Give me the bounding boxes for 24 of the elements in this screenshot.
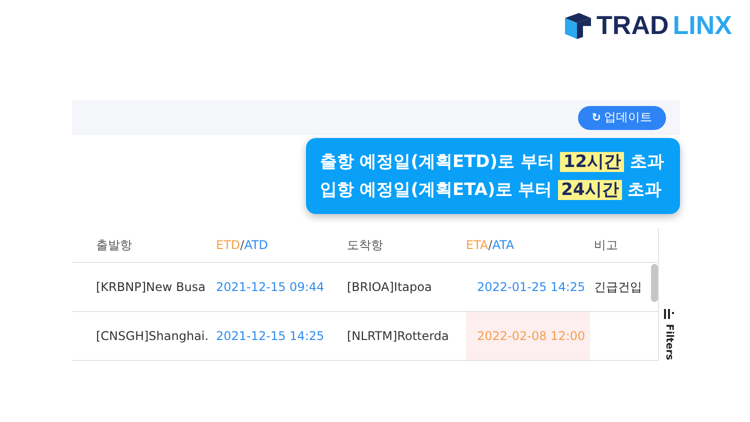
table-cell-text: 2022-01-25 14:25 [476,279,586,296]
cube-logo-icon [562,12,593,40]
tooltip-line: 입항 예정일(계획ETA)로 부터 24시간 초과 [320,179,663,202]
column-header: ETD/ATD [216,237,270,254]
update-button[interactable]: ↻ 업데이트 [578,106,666,130]
column-header: ETA/ATA [466,237,516,254]
table-cell-text: [CNSGH]Shanghai. [95,328,210,345]
scrollbar-thumb[interactable] [651,264,658,302]
refresh-icon: ↻ [592,111,601,124]
filters-tab[interactable]: Filters [658,228,679,361]
logo-text: LINX [672,10,732,41]
tooltip-line: 출항 예정일(계획ETD)로 부터 12시간 초과 [320,151,664,174]
table-cell-text: [NLRTM]Rotterda [347,328,450,345]
table-cell-text: 2021-12-15 09:44 [216,279,326,296]
column-header: 도착항 [347,236,384,254]
table-cell-text: [BRIOA]Itapoa [347,279,433,296]
table-cell-text: 긴급건입 [593,278,643,296]
table-cell-text: [KRBNP]New Busa [95,279,206,296]
filter-icon [663,308,675,320]
column-header: 출발항 [95,236,133,254]
logo-text: TRAD [596,10,669,41]
column-header: 비고 [593,236,619,254]
table-cell: 2022-02-08 12:00 [466,312,590,360]
table-cell-text: 2021-12-15 14:25 [216,328,326,345]
